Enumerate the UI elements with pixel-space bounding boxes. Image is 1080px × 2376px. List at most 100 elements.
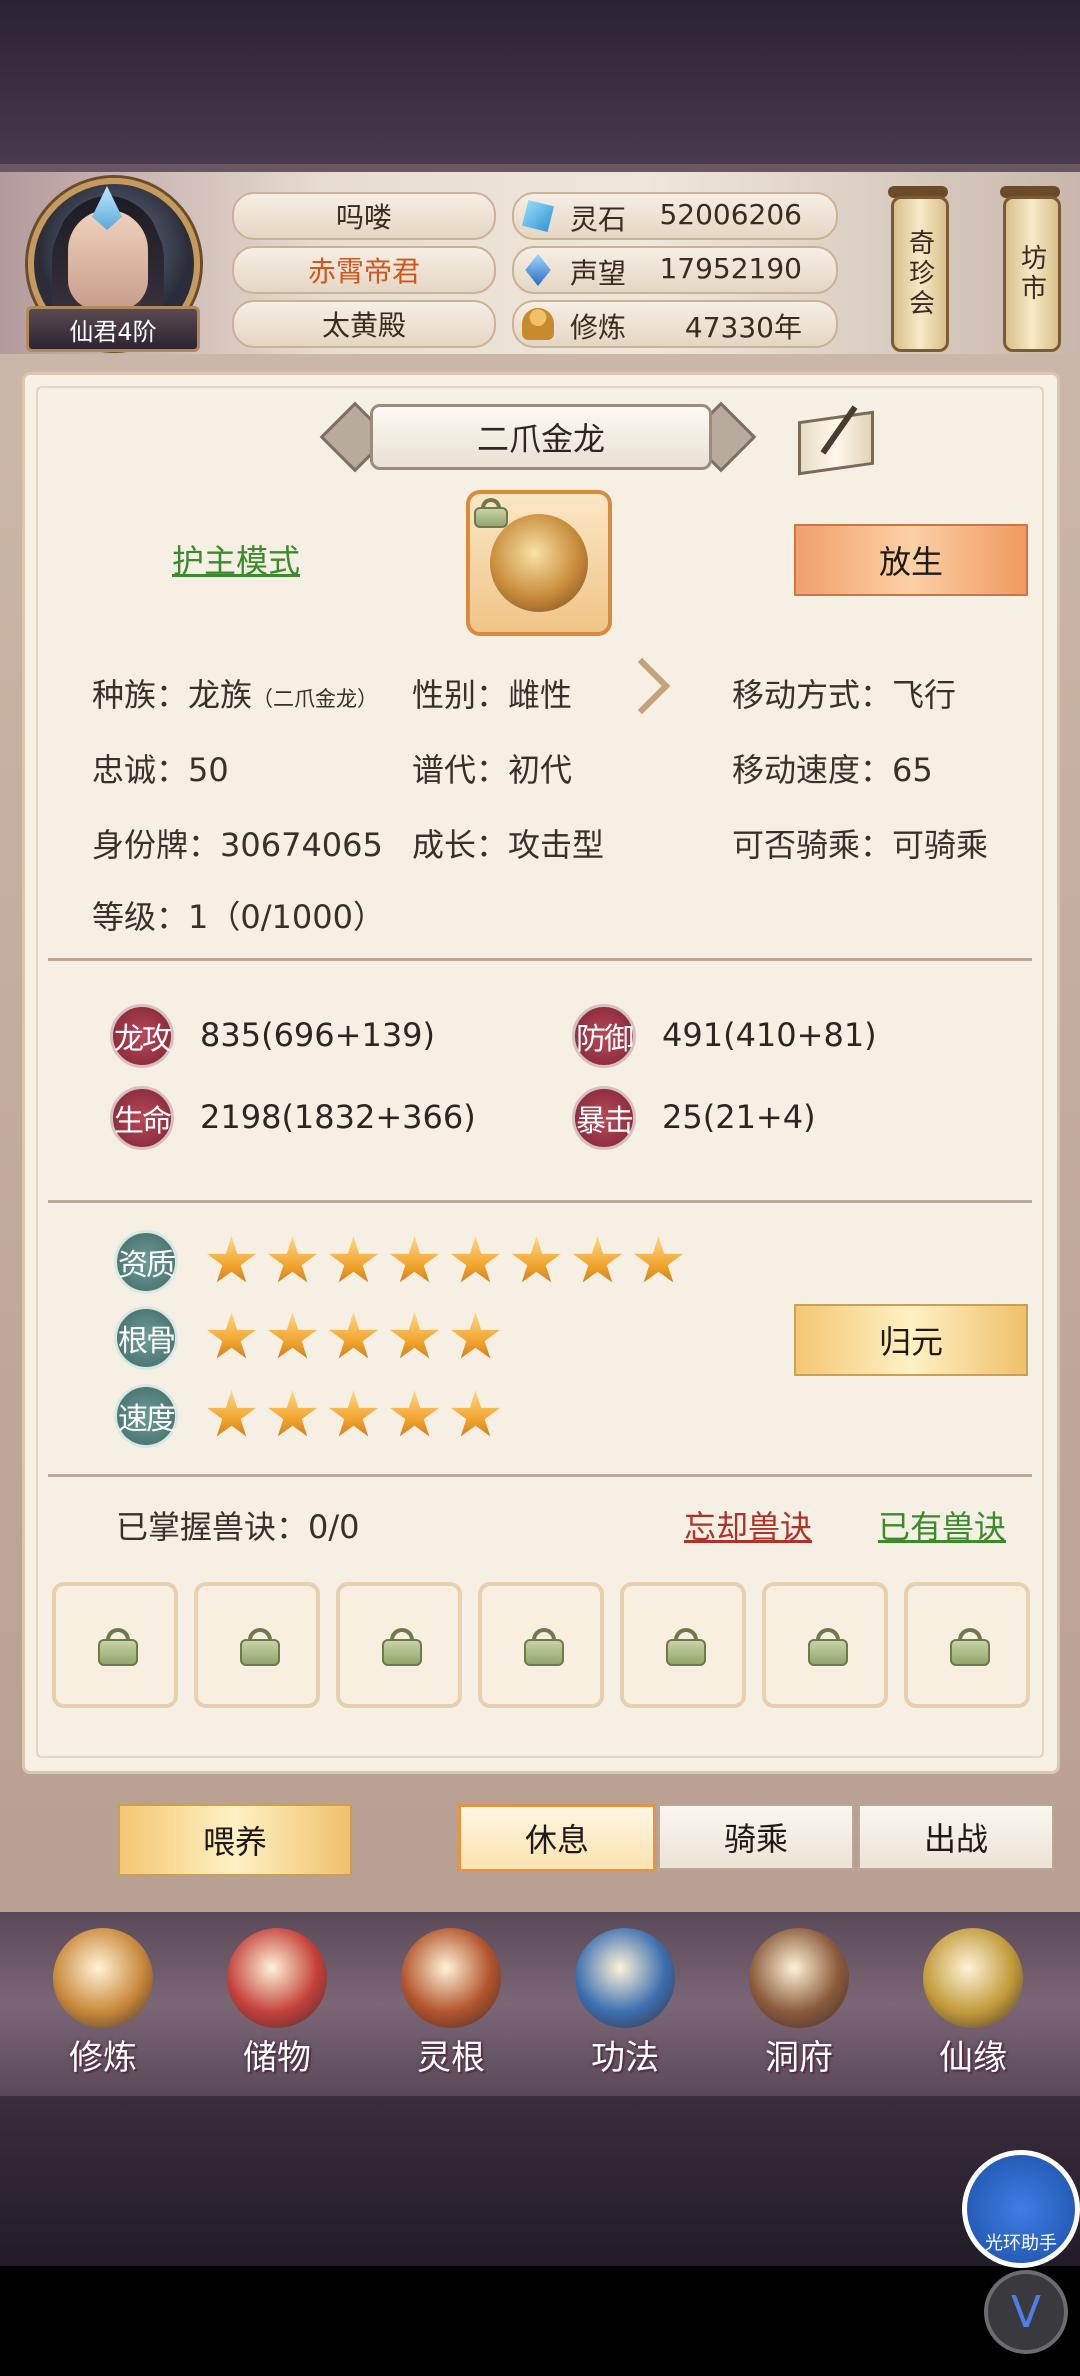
skill-slot[interactable] xyxy=(194,1582,320,1708)
nav-label: 修炼 xyxy=(69,2038,137,2078)
battle-button[interactable]: 出战 xyxy=(858,1804,1054,1870)
defense-value: 491(410+81) xyxy=(662,1016,877,1054)
prestige-icon xyxy=(525,254,551,286)
ride-button[interactable]: 骑乘 xyxy=(658,1804,854,1870)
helper-assistant-button[interactable]: 光环助手 xyxy=(962,2150,1080,2268)
resource-label: 灵石 xyxy=(570,203,627,236)
divider xyxy=(48,1474,1032,1477)
pet-portrait[interactable] xyxy=(466,490,612,636)
skill-slot[interactable] xyxy=(478,1582,604,1708)
crit-value: 25(21+4) xyxy=(662,1098,816,1136)
star-icon xyxy=(390,1236,439,1283)
attr-id-tag: 身份牌：30674065 xyxy=(92,826,383,864)
rest-button[interactable]: 休息 xyxy=(458,1804,656,1872)
attr-gender: 性别：雌性 xyxy=(412,676,573,714)
star-icon xyxy=(451,1236,500,1283)
aptitude-badge: 资质 xyxy=(114,1230,178,1294)
tag-market[interactable]: 坊市 xyxy=(1003,196,1061,352)
resource-value: 47330年 xyxy=(684,311,802,344)
attack-badge: 龙攻 xyxy=(110,1004,174,1068)
attr-move-type: 移动方式：飞行 xyxy=(732,676,957,714)
lock-icon xyxy=(808,1628,848,1666)
skill-slot[interactable] xyxy=(904,1582,1030,1708)
resource-value: 52006206 xyxy=(659,198,802,231)
cultivate-icon xyxy=(53,1928,153,2028)
resource-prestige: 声望 17952190 xyxy=(512,246,838,294)
release-button[interactable]: 放生 xyxy=(794,524,1028,596)
resource-spirit-stone: 灵石 52006206 xyxy=(512,192,838,240)
star-icon xyxy=(329,1312,378,1359)
spirit-stone-icon xyxy=(522,200,554,232)
skill-slot[interactable] xyxy=(52,1582,178,1708)
cultivation-icon xyxy=(522,308,554,340)
divider xyxy=(48,1200,1032,1203)
player-title[interactable]: 赤霄帝君 xyxy=(232,246,496,294)
star-icon xyxy=(390,1390,439,1437)
star-icon xyxy=(268,1390,317,1437)
star-icon xyxy=(634,1236,683,1283)
attack-value: 835(696+139) xyxy=(200,1016,436,1054)
owned-skills-link[interactable]: 已有兽诀 xyxy=(878,1502,1006,1548)
player-location: 太黄殿 xyxy=(232,300,496,348)
skill-slot[interactable] xyxy=(620,1582,746,1708)
attr-race-sub: （二爪金龙） xyxy=(252,687,379,711)
v-assistant-button[interactable]: V xyxy=(984,2270,1068,2354)
skill-slot[interactable] xyxy=(336,1582,462,1708)
star-icon xyxy=(512,1236,561,1283)
star-icon xyxy=(207,1236,256,1283)
nav-item[interactable]: 功法 xyxy=(550,1918,700,2090)
attr-rideable: 可否骑乘：可骑乘 xyxy=(732,826,989,864)
top-status-area xyxy=(0,0,1080,172)
resource-cultivation: 修炼 47330年 xyxy=(512,300,838,348)
feed-button[interactable]: 喂养 xyxy=(118,1804,352,1876)
bone-stars xyxy=(206,1312,501,1363)
resource-value: 17952190 xyxy=(659,252,802,285)
star-icon xyxy=(390,1312,439,1359)
attr-move-speed: 移动速度：65 xyxy=(732,751,933,789)
skills-count: 已掌握兽诀：0/0 xyxy=(116,1508,360,1546)
tag-treasure-fair[interactable]: 奇珍会 xyxy=(891,196,949,352)
nav-item[interactable]: 修炼 xyxy=(28,1918,178,2090)
nav-item[interactable]: 洞府 xyxy=(724,1918,874,2090)
star-icon xyxy=(329,1236,378,1283)
star-icon xyxy=(329,1390,378,1437)
nav-label: 仙缘 xyxy=(939,2038,1007,2078)
attr-generation: 谱代：初代 xyxy=(412,751,573,789)
star-icon xyxy=(268,1236,317,1283)
spirit-root-icon xyxy=(401,1928,501,2028)
lock-icon xyxy=(950,1628,990,1666)
attr-race: 种族：龙族（二爪金龙） xyxy=(92,670,378,716)
divider xyxy=(48,958,1032,961)
pet-handbook-icon[interactable] xyxy=(796,402,874,476)
skill-slot[interactable] xyxy=(762,1582,888,1708)
lock-icon xyxy=(240,1628,280,1666)
nav-item[interactable]: 仙缘 xyxy=(898,1918,1048,2090)
lock-icon xyxy=(524,1628,564,1666)
defense-badge: 防御 xyxy=(572,1004,636,1068)
golden-dragon-image xyxy=(490,514,588,612)
guard-mode-link[interactable]: 护主模式 xyxy=(172,536,300,582)
speed-stars xyxy=(206,1390,501,1441)
cave-dwelling-icon xyxy=(749,1928,849,2028)
lock-icon xyxy=(98,1628,138,1666)
nav-label: 储物 xyxy=(243,2038,311,2078)
nav-item[interactable]: 灵根 xyxy=(376,1918,526,2090)
nav-label: 洞府 xyxy=(765,2038,833,2078)
bottom-decor xyxy=(0,2096,1080,2266)
star-icon xyxy=(451,1312,500,1359)
helper-label: 光环助手 xyxy=(985,2233,1057,2254)
attr-loyalty: 忠诚：50 xyxy=(92,751,229,789)
nav-label: 灵根 xyxy=(417,2038,485,2078)
immortal-fate-icon xyxy=(923,1928,1023,2028)
technique-book-icon xyxy=(575,1928,675,2028)
aptitude-stars xyxy=(206,1236,684,1287)
lock-icon[interactable] xyxy=(474,498,508,528)
player-name: 吗喽 xyxy=(232,192,496,240)
pet-name-banner: 二爪金龙 xyxy=(319,398,757,473)
rank-badge: 仙君4阶 xyxy=(26,306,200,352)
nav-label: 功法 xyxy=(591,2038,659,2078)
nav-item[interactable]: 储物 xyxy=(202,1918,352,2090)
forget-skill-link[interactable]: 忘却兽诀 xyxy=(684,1502,812,1548)
attr-race-text: 种族：龙族 xyxy=(92,676,253,714)
reset-button[interactable]: 归元 xyxy=(794,1304,1028,1376)
